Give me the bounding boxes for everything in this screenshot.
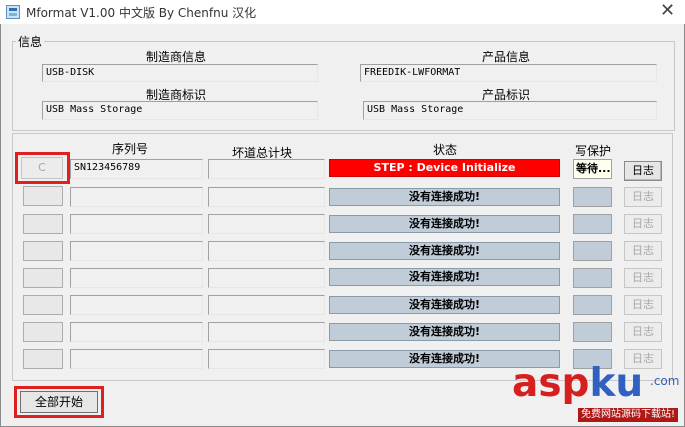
log-button-3[interactable]: 日志 <box>624 214 662 234</box>
status-header: 状态 <box>432 143 457 157</box>
write-protect-field-7 <box>573 322 612 342</box>
log-button-1[interactable]: 日志 <box>624 161 662 181</box>
slot-button-3[interactable] <box>23 214 63 234</box>
product-id-field[interactable]: USB Mass Storage <box>363 101 657 120</box>
watermark-logo: aspku <box>512 362 643 406</box>
watermark-subtitle: 免费网站源码下载站! <box>578 408 679 422</box>
log-button-4[interactable]: 日志 <box>624 241 662 261</box>
bad-blocks-field-7[interactable] <box>208 322 325 342</box>
serial-field-6[interactable] <box>70 295 203 315</box>
log-button-5[interactable]: 日志 <box>624 268 662 288</box>
close-button[interactable]: ✕ <box>650 0 685 24</box>
bad-blocks-field-8[interactable] <box>208 349 325 369</box>
vendor-info-field[interactable]: USB-DISK <box>42 64 318 82</box>
bad-blocks-field-5[interactable] <box>208 268 325 288</box>
slot-button-2[interactable] <box>23 186 63 206</box>
log-button-2[interactable]: 日志 <box>624 187 662 207</box>
write-protect-field-6 <box>573 295 612 315</box>
watermark-domain: .com <box>650 374 680 388</box>
write-protect-header: 写保护 <box>574 144 611 158</box>
serial-field-8[interactable] <box>70 349 203 369</box>
serial-header: 序列号 <box>111 142 148 156</box>
write-protect-field-3 <box>573 214 612 234</box>
write-protect-field-1: 等待... <box>573 159 612 179</box>
write-protect-field-5 <box>573 268 612 288</box>
start-all-button[interactable]: 全部开始 <box>20 391 98 413</box>
watermark-part-b: ku <box>589 361 644 406</box>
bad-blocks-field-2[interactable] <box>208 187 325 207</box>
bad-blocks-field-4[interactable] <box>208 241 325 261</box>
watermark-part-a: asp <box>512 361 590 406</box>
bad-blocks-field-3[interactable] <box>208 214 325 234</box>
app-icon <box>6 5 20 19</box>
serial-field-5[interactable] <box>70 268 203 288</box>
serial-field-7[interactable] <box>70 322 203 342</box>
status-bar-2: 没有连接成功! <box>329 188 560 206</box>
bad-blocks-field-1[interactable] <box>208 159 325 179</box>
status-bar-4: 没有连接成功! <box>329 242 560 260</box>
slot-button-1[interactable]: C <box>21 157 63 179</box>
status-bar-5: 没有连接成功! <box>329 268 560 286</box>
slot-button-8[interactable] <box>23 349 63 369</box>
serial-field-4[interactable] <box>70 241 203 261</box>
slot-button-4[interactable] <box>23 241 63 261</box>
status-bar-3: 没有连接成功! <box>329 215 560 233</box>
status-bar-6: 没有连接成功! <box>329 296 560 314</box>
product-info-label: 产品信息 <box>481 50 530 64</box>
log-button-7[interactable]: 日志 <box>624 322 662 342</box>
serial-field-2[interactable] <box>70 187 203 207</box>
slot-button-6[interactable] <box>23 295 63 315</box>
status-bar-1: STEP : Device Initialize <box>329 159 560 177</box>
title-bar: Mformat V1.00 中文版 By Chenfnu 汉化 ✕ <box>0 0 685 24</box>
info-legend: 信息 <box>18 35 43 49</box>
vendor-id-field[interactable]: USB Mass Storage <box>42 101 318 120</box>
serial-field-1[interactable]: SN123456789 <box>70 159 203 179</box>
write-protect-field-4 <box>573 241 612 261</box>
status-bar-7: 没有连接成功! <box>329 323 560 341</box>
log-button-6[interactable]: 日志 <box>624 295 662 315</box>
write-protect-field-2 <box>573 187 612 207</box>
bad-blocks-field-6[interactable] <box>208 295 325 315</box>
slot-button-7[interactable] <box>23 322 63 342</box>
product-info-field[interactable]: FREEDIK-LWFORMAT <box>360 64 657 82</box>
slot-button-5[interactable] <box>23 268 63 288</box>
vendor-info-label: 制造商信息 <box>145 50 206 64</box>
serial-field-3[interactable] <box>70 214 203 234</box>
window-title: Mformat V1.00 中文版 By Chenfnu 汉化 <box>26 6 257 20</box>
